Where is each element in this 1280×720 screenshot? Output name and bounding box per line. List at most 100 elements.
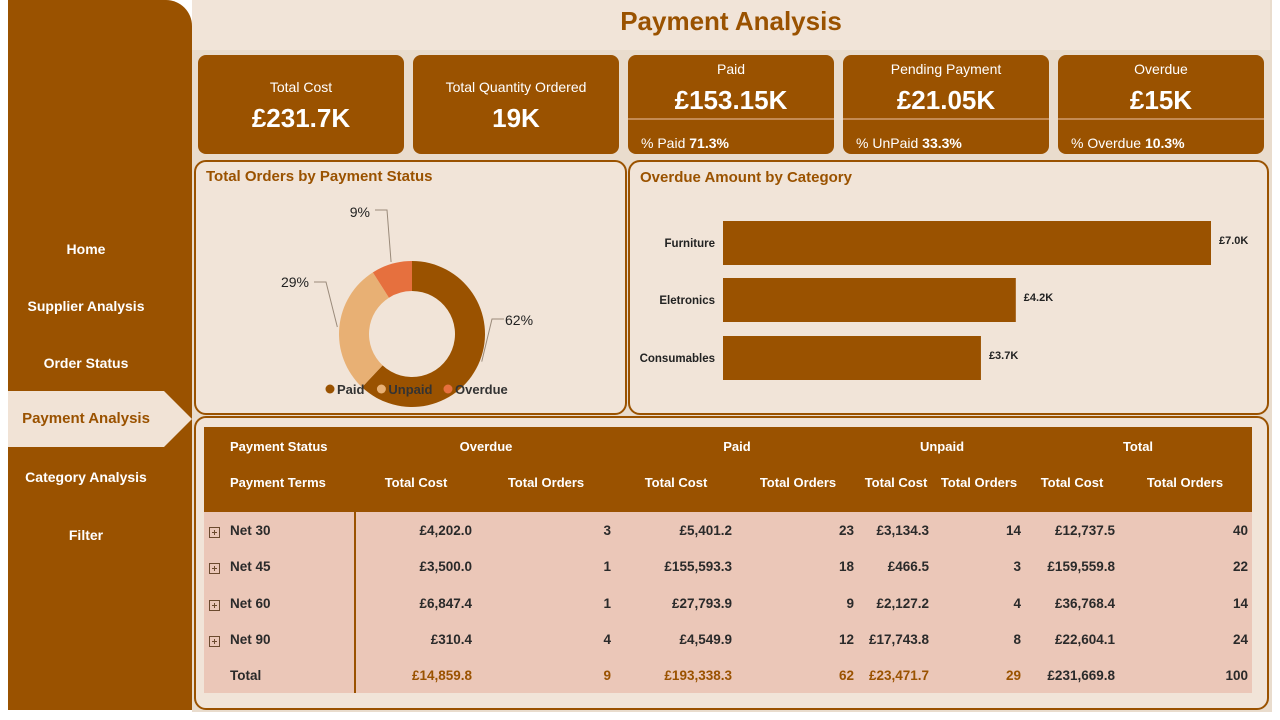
matrix-row-divider xyxy=(354,512,356,693)
donut-data-label: 9% xyxy=(350,204,370,220)
kpi-foot-label: % Overdue xyxy=(1071,135,1142,151)
bar-consumables xyxy=(723,336,981,380)
kpi-value: £21.05K xyxy=(896,85,996,115)
kpi-foot: % UnPaid 33.3% xyxy=(856,135,962,151)
bar-eletronics xyxy=(723,278,1016,322)
table-cell: 1 xyxy=(603,596,611,611)
header-group-unpaid: Unpaid xyxy=(919,439,965,454)
kpi-card-paid: Paid £153.15K % Paid 71.3% xyxy=(628,55,834,154)
total-cell: 100 xyxy=(1225,668,1248,683)
total-cell: £231,669.8 xyxy=(1047,668,1115,683)
table-cell: 40 xyxy=(1232,523,1248,538)
table-cell: £3,134.3 xyxy=(876,523,929,538)
table-cell: 4 xyxy=(1013,596,1021,611)
header-group-paid: Paid xyxy=(723,439,751,454)
donut-leader-line xyxy=(375,209,392,263)
page-title: Payment Analysis xyxy=(620,6,842,36)
expand-row-icon[interactable] xyxy=(209,563,220,574)
table-cell: 1 xyxy=(603,559,611,574)
kpi-foot-value: 10.3% xyxy=(1144,135,1185,151)
expand-row-icon[interactable] xyxy=(209,636,220,647)
bar-data-label: £3.7K xyxy=(989,350,1018,362)
donut-leader-line xyxy=(314,281,338,328)
table-cell: £4,202.0 xyxy=(419,523,472,538)
kpi-divider xyxy=(843,118,1049,120)
header-total-cost: Total Cost xyxy=(384,475,448,490)
table-cell: 23 xyxy=(838,523,854,538)
kpi-foot: % Overdue 10.3% xyxy=(1071,135,1185,151)
nav-item-label: Payment Analysis xyxy=(22,410,150,427)
kpi-divider xyxy=(628,118,834,120)
table-cell: 12 xyxy=(838,632,854,647)
bar-data-label: £7.0K xyxy=(1219,235,1248,247)
expand-row-icon[interactable] xyxy=(209,600,220,611)
bar-chart: Furniture £7.0K Eletronics £4.2K Consumables… xyxy=(640,221,1248,380)
kpi-label: Paid xyxy=(716,61,746,77)
kpi-divider xyxy=(1058,118,1264,120)
bar-furniture xyxy=(723,221,1211,265)
nav-item-home[interactable]: Home xyxy=(8,241,164,257)
legend-dot-paid xyxy=(325,384,335,394)
nav-item-payment-analysis[interactable]: Payment Analysis xyxy=(8,391,192,447)
header-payment-status: Payment Status xyxy=(230,439,328,454)
table-cell: 8 xyxy=(1013,632,1021,647)
table-cell: 14 xyxy=(1232,596,1248,611)
kpi-card-pending: Pending Payment £21.05K % UnPaid 33.3% xyxy=(843,55,1049,154)
kpi-value: £231.7K xyxy=(251,103,351,133)
bar-data-label: £4.2K xyxy=(1024,292,1053,304)
nav-item-order-status[interactable]: Order Status xyxy=(8,355,164,371)
kpi-label: Pending Payment xyxy=(890,61,1002,77)
legend-label-paid: Paid xyxy=(337,382,365,397)
nav-item-category-analysis[interactable]: Category Analysis xyxy=(8,469,164,485)
legend-dot-unpaid xyxy=(376,384,386,394)
table-cell: £310.4 xyxy=(430,632,472,647)
legend-label-overdue: Overdue xyxy=(455,382,508,397)
table-cell: 24 xyxy=(1232,632,1248,647)
kpi-card-total-quantity: Total Quantity Ordered 19K xyxy=(413,55,619,154)
total-cell: £23,471.7 xyxy=(868,668,929,683)
donut-chart: 62% 29% 9% Paid Unpaid Overdue xyxy=(281,204,533,407)
nav-item-supplier-analysis[interactable]: Supplier Analysis xyxy=(8,298,164,314)
table-cell: 22 xyxy=(1232,559,1248,574)
row-label-net-30: Net 30 xyxy=(230,523,271,538)
kpi-foot-value: 71.3% xyxy=(689,135,729,151)
table-cell: 14 xyxy=(1005,523,1021,538)
donut-chart-panel: Total Orders by Payment Status 62% 29% 9% P… xyxy=(194,160,627,415)
kpi-foot-label: % Paid xyxy=(641,135,686,151)
table-cell: 9 xyxy=(846,596,854,611)
table-cell: £6,847.4 xyxy=(419,596,472,611)
expand-row-icon[interactable] xyxy=(209,527,220,538)
header-payment-terms: Payment Terms xyxy=(230,475,326,490)
bar-category-label: Furniture xyxy=(665,238,715,250)
kpi-value: 19K xyxy=(492,103,540,133)
kpi-foot: % Paid 71.3% xyxy=(641,135,729,151)
kpi-label: Overdue xyxy=(1134,61,1188,77)
table-cell: £5,401.2 xyxy=(679,523,732,538)
nav-item-filter[interactable]: Filter xyxy=(8,527,164,543)
table-cell: £159,559.8 xyxy=(1047,559,1115,574)
header-total-orders: Total Orders xyxy=(759,475,837,490)
row-label-net-90: Net 90 xyxy=(230,632,271,647)
table-cell: £3,500.0 xyxy=(419,559,472,574)
table-cell: £27,793.9 xyxy=(671,596,732,611)
donut-data-label: 62% xyxy=(505,312,533,328)
kpi-foot-label: % UnPaid xyxy=(856,135,919,151)
table-cell: £12,737.5 xyxy=(1054,523,1115,538)
bar-category-label: Consumables xyxy=(640,353,715,365)
kpi-label: Total Quantity Ordered xyxy=(445,79,587,95)
kpi-foot-value: 33.3% xyxy=(922,135,962,151)
row-label-total: Total xyxy=(230,668,262,683)
donut-leader-line xyxy=(481,318,504,362)
table-cell: 4 xyxy=(603,632,611,647)
kpi-card-overdue: Overdue £15K % Overdue 10.3% xyxy=(1058,55,1264,154)
kpi-value: £153.15K xyxy=(674,85,788,115)
header-group-overdue: Overdue xyxy=(459,439,513,454)
kpi-label: Total Cost xyxy=(269,79,333,95)
table-cell: £4,549.9 xyxy=(679,632,732,647)
table-cell: £36,768.4 xyxy=(1054,596,1115,611)
payment-matrix: Payment Status Overdue Paid Unpaid Total Paym… xyxy=(204,427,1252,693)
sidebar: Home Supplier Analysis Order Status Paym… xyxy=(8,0,192,710)
total-cell: £193,338.3 xyxy=(664,668,732,683)
total-cell: 62 xyxy=(838,668,854,683)
header-total-orders: Total Orders xyxy=(507,475,585,490)
